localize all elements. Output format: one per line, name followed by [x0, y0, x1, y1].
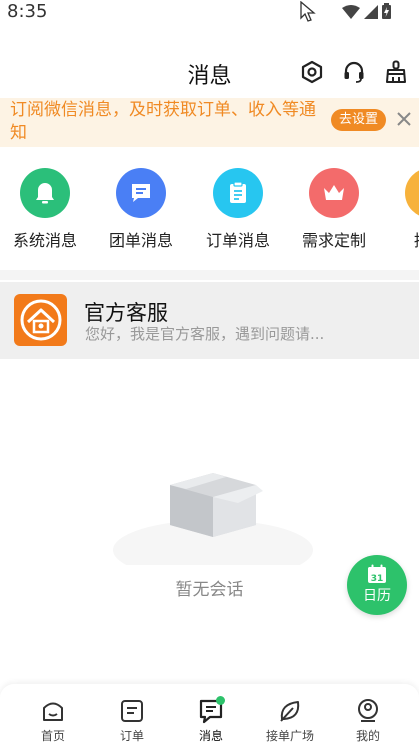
headset-icon[interactable]	[341, 59, 367, 85]
chat-icon	[116, 168, 166, 218]
calendar-icon: 31	[368, 564, 386, 584]
category-label: 系统消息	[12, 231, 77, 250]
category-system-messages[interactable]: 系统消息	[5, 168, 85, 251]
category-custom-demand[interactable]: 需求定制	[294, 168, 374, 251]
battery-icon	[382, 3, 391, 23]
status-time: 8:35	[7, 1, 48, 22]
bell-icon	[20, 168, 70, 218]
profile-icon	[355, 698, 381, 724]
calendar-button[interactable]: 31 日历	[347, 555, 407, 615]
official-service-conversation[interactable]: 官方客服 您好，我是官方客服，遇到问题请...	[0, 282, 419, 359]
section-divider	[0, 270, 419, 280]
wifi-icon	[342, 4, 360, 23]
banner-text: 订阅微信消息，及时获取订单、收入等通知	[10, 100, 316, 143]
calendar-label: 日历	[363, 588, 391, 604]
go-settings-button[interactable]: 去设置	[331, 109, 386, 131]
category-label: 订单消息	[205, 231, 270, 250]
nav-bar: 消息	[0, 48, 419, 96]
close-icon[interactable]	[395, 110, 413, 128]
clipboard-icon	[213, 168, 263, 218]
tab-home[interactable]: 首页	[13, 698, 93, 744]
bottom-tab-bar: 首页 订单 消息 接单广场 我的	[0, 684, 419, 748]
tab-order-plaza[interactable]: 接单广场	[250, 698, 330, 744]
message-icon	[198, 696, 225, 724]
conversation-preview: 您好，我是官方客服，遇到问题请...	[85, 325, 325, 343]
category-label: 团单消息	[108, 231, 173, 250]
crown-icon	[309, 168, 359, 218]
tab-profile[interactable]: 我的	[328, 698, 408, 744]
tab-label: 首页	[40, 729, 65, 743]
status-bar: 8:35	[0, 0, 419, 26]
tab-label: 接单广场	[265, 729, 314, 743]
avatar	[14, 294, 67, 346]
empty-state: 暂无会话	[0, 360, 419, 680]
mouse-cursor-icon	[300, 0, 316, 27]
home-icon	[40, 698, 66, 724]
calendar-day: 31	[371, 574, 384, 584]
signal-icon	[364, 4, 378, 23]
message-categories: 系统消息 团单消息 订单消息 需求定制 拼单	[0, 158, 419, 258]
tab-messages[interactable]: 消息	[171, 696, 251, 744]
category-group-order[interactable]: 拼单	[390, 168, 419, 251]
empty-box-icon	[108, 455, 318, 580]
category-order-messages[interactable]: 订单消息	[198, 168, 278, 251]
tab-label: 消息	[198, 729, 223, 743]
tab-label: 订单	[119, 729, 144, 743]
unread-dot	[216, 696, 225, 705]
category-label: 需求定制	[301, 231, 366, 250]
group-icon	[405, 168, 419, 218]
leaf-icon	[277, 698, 303, 724]
service-logo-icon	[20, 299, 61, 341]
settings-hexagon-icon[interactable]	[299, 59, 325, 85]
tab-label: 我的	[355, 729, 380, 743]
broom-clean-icon[interactable]	[383, 59, 409, 85]
tab-orders[interactable]: 订单	[92, 698, 172, 744]
order-icon	[119, 698, 145, 724]
subscribe-banner: 订阅微信消息，及时获取订单、收入等通知 去设置	[0, 98, 419, 147]
category-label: 拼单	[390, 227, 419, 251]
category-group-messages[interactable]: 团单消息	[101, 168, 181, 251]
